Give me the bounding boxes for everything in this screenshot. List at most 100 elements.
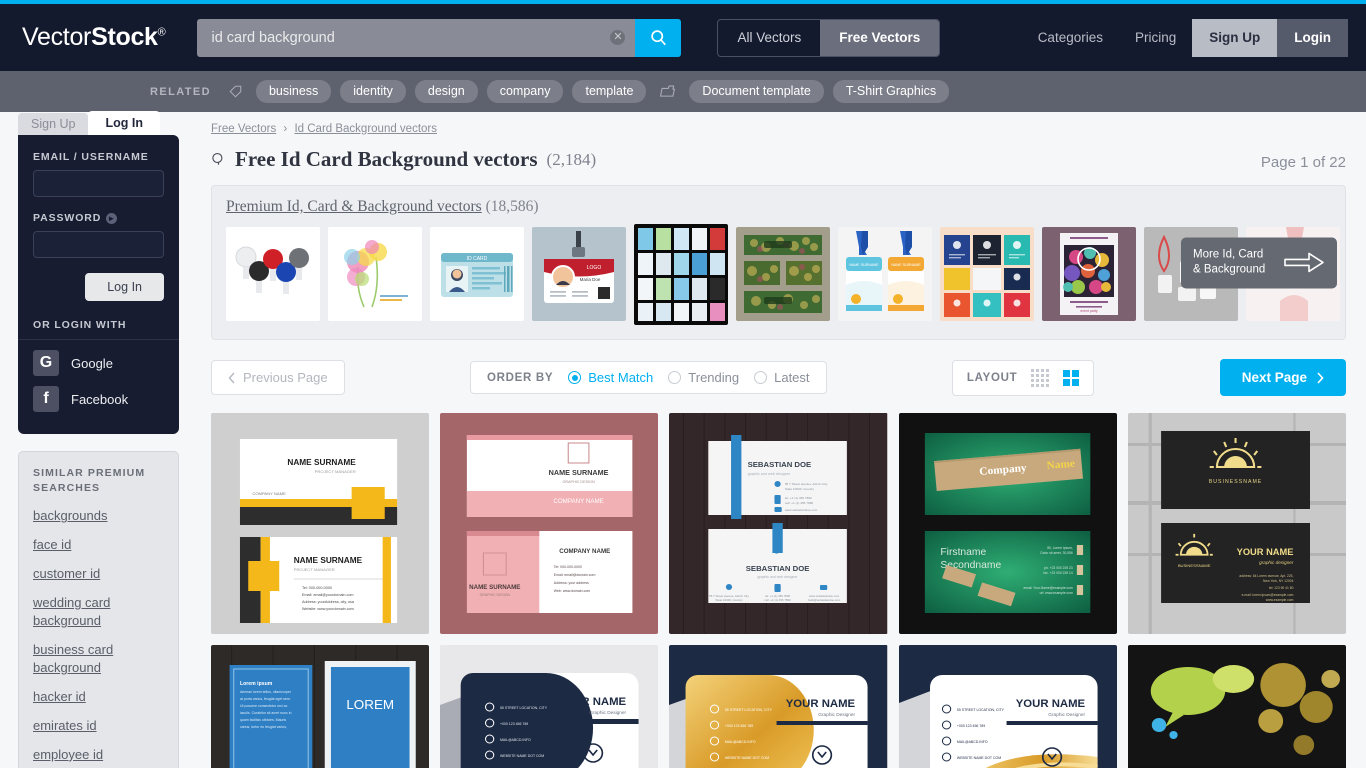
similar-link-wedding-card-background[interactable]: wedding card background — [33, 594, 164, 630]
similar-link-business-card-background[interactable]: business card background — [33, 641, 164, 677]
search-icon — [651, 30, 666, 46]
svg-text:Maria Doe: Maria Doe — [580, 277, 601, 282]
search-icon — [212, 152, 223, 165]
related-tag-template[interactable]: template — [572, 80, 647, 103]
svg-text:varius, tortor eu feugiat vari: varius, tortor eu feugiat varius, — [240, 725, 287, 729]
search-bar: ✕ — [197, 18, 682, 57]
premium-thumb-graffiti-poster[interactable]: event party — [1042, 227, 1136, 321]
site-logo[interactable]: VectorStock® — [22, 23, 166, 52]
svg-text:NAME SURNAME: NAME SURNAME — [294, 556, 363, 565]
radio-best-match[interactable] — [568, 371, 582, 384]
toggle-all-vectors[interactable]: All Vectors — [718, 20, 820, 56]
svg-text:cell: +1 (1) 456 7890: cell: +1 (1) 456 7890 — [785, 501, 814, 505]
premium-thumb-doodle-banners[interactable] — [736, 227, 830, 321]
result-card-pink-business-card-set[interactable]: NAME SURNAME GRAPHIC DESIGN COMPANY NAME… — [440, 413, 659, 634]
nav-pricing[interactable]: Pricing — [1119, 30, 1192, 45]
svg-text:Website: www.yourdomain.com: Website: www.yourdomain.com — [302, 607, 354, 611]
result-card-gold-navy-business-card[interactable]: YOUR NAME Graphic Designer 55 STREET LOC… — [669, 645, 888, 768]
previous-page-button[interactable]: Previous Page — [211, 360, 345, 395]
premium-thumb-banner-roll-up-collection[interactable] — [634, 224, 728, 325]
breadcrumb-root[interactable]: Free Vectors — [211, 123, 276, 135]
tab-sign-up[interactable]: Sign Up — [18, 113, 89, 135]
next-page-button[interactable]: Next Page — [1219, 359, 1346, 396]
svg-text:BUSINESSNAME: BUSINESSNAME — [1209, 479, 1262, 485]
svg-text:COMPANY NAME: COMPANY NAME — [252, 491, 286, 496]
login-button[interactable]: Login — [1277, 18, 1348, 57]
order-by-label: ORDER BY — [486, 371, 554, 384]
related-tag-business[interactable]: business — [255, 80, 332, 103]
order-option-latest[interactable]: Latest — [754, 370, 810, 385]
svg-text:State 10000, Country: State 10000, Country — [785, 487, 815, 491]
related-tag-company[interactable]: company — [486, 80, 564, 103]
email-field[interactable] — [33, 170, 164, 197]
search-button[interactable] — [635, 18, 682, 57]
vector-scope-toggle: All Vectors Free Vectors — [717, 18, 941, 57]
related-collection-tshirt-graphics[interactable]: T-Shirt Graphics — [832, 80, 950, 103]
password-field[interactable] — [33, 231, 164, 258]
tab-log-in[interactable]: Log In — [88, 111, 160, 135]
google-icon: G — [33, 350, 59, 376]
svg-text:GRAPHIC DESIGN: GRAPHIC DESIGN — [480, 593, 511, 597]
svg-text:iaculis. Curabitur sit amet nu: iaculis. Curabitur sit amet nunc in — [240, 711, 292, 715]
sign-up-button[interactable]: Sign Up — [1192, 18, 1278, 57]
more-premium-button[interactable]: More Id, Card & Background — [1181, 236, 1337, 289]
result-card-gold-logo-dark-card[interactable]: BUSINESSNAME BUSINESSNAME YOUR NAME grap — [1127, 413, 1346, 634]
similar-link-emirates-id[interactable]: emirates id — [33, 717, 164, 735]
login-submit-button[interactable]: Log In — [85, 273, 164, 301]
svg-text:Address: yourAddress, city, us: Address: yourAddress, city, usa — [302, 600, 355, 604]
svg-text:NAME SURNAME: NAME SURNAME — [849, 263, 879, 267]
breadcrumb-separator: › — [283, 123, 288, 135]
svg-text:WEBSITE NAME DOT COM: WEBSITE NAME DOT COM — [500, 754, 544, 758]
svg-text:Tel: 000-000-0000: Tel: 000-000-0000 — [554, 565, 582, 569]
order-option-best-match[interactable]: Best Match — [568, 370, 653, 385]
order-option-trending[interactable]: Trending — [668, 370, 739, 385]
premium-link[interactable]: Premium Id, Card & Background vectors — [226, 198, 482, 215]
clear-icon[interactable]: ✕ — [610, 30, 626, 45]
premium-thumb-corporate-card-set[interactable] — [940, 227, 1034, 321]
premium-thumb-watercolor-flowers[interactable] — [328, 227, 422, 321]
premium-thumb-badge-reels[interactable] — [226, 227, 320, 321]
result-card-sebastian-doe-blue-card[interactable]: SEBASTIAN DOE graphic and web designer 5… — [669, 413, 888, 634]
nav-categories[interactable]: Categories — [1022, 30, 1119, 45]
related-tags-bar: RELATED business identity design company… — [0, 71, 1366, 112]
related-tag-design[interactable]: design — [414, 80, 478, 103]
radio-latest[interactable] — [754, 371, 768, 384]
search-input[interactable] — [211, 29, 611, 46]
search-field[interactable]: ✕ — [197, 18, 636, 57]
svg-text:tel: +1 (1) 456 7890: tel: +1 (1) 456 7890 — [785, 496, 812, 500]
order-option-trending-label: Trending — [688, 370, 740, 385]
premium-thumb-blue-orange-id-badges[interactable]: NAME SURNAME NAME SURNAME — [838, 227, 932, 321]
svg-text:YOUR NAME: YOUR NAME — [1015, 698, 1085, 710]
similar-link-hacker-id[interactable]: hacker id — [33, 688, 164, 706]
grid-dense-icon[interactable] — [1031, 368, 1050, 387]
similar-link-employee-id[interactable]: employee id — [33, 746, 164, 764]
login-with-google[interactable]: G Google — [33, 345, 164, 381]
svg-text:YOUR NAME: YOUR NAME — [557, 696, 627, 708]
similar-link-customer-id[interactable]: customer id — [33, 565, 164, 583]
svg-text:LOGO: LOGO — [587, 265, 602, 271]
grid-large-icon[interactable] — [1063, 369, 1080, 386]
svg-text:Graphic Designer: Graphic Designer — [589, 710, 626, 715]
related-tag-identity[interactable]: identity — [340, 80, 406, 103]
result-card-speech-bubble-dark-card[interactable] — [1127, 645, 1346, 768]
related-collection-document-template[interactable]: Document template — [689, 80, 824, 103]
premium-thumb-red-id-badge-lanyard[interactable]: LOGO Maria Doe — [532, 227, 626, 321]
premium-thumb-id-card-flat[interactable]: ID CARD — [430, 227, 524, 321]
result-card-gold-wave-business-card[interactable]: YOUR NAME Graphic Designer 55 STREET LOC… — [898, 645, 1117, 768]
svg-text:NAME SURNAME: NAME SURNAME — [891, 263, 921, 267]
help-icon[interactable]: ► — [106, 212, 118, 224]
result-card-navy-round-business-card[interactable]: YOUR NAME Graphic Designer 55 STREET LOC… — [440, 645, 659, 768]
result-card-green-company-name-card[interactable]: Company Name Firstname Secondname 80, Lo… — [898, 413, 1117, 634]
result-card-lorem-ipsum-blue-poster[interactable]: Lorem ipsum Aenean lorem tellus, ullamco… — [211, 645, 430, 768]
result-card-yellow-black-business-card[interactable]: NAME SURNAME PROJECT MANAGER COMPANY NAM… — [211, 413, 430, 634]
toggle-free-vectors[interactable]: Free Vectors — [820, 19, 940, 56]
similar-premium-searches: SIMILAR PREMIUM SEARCHES backgrounds fac… — [18, 451, 179, 768]
breadcrumb-current[interactable]: Id Card Background vectors — [294, 123, 437, 135]
svg-text:Tel: 000-000-0000: Tel: 000-000-0000 — [302, 586, 332, 590]
similar-link-backgrounds[interactable]: backgrounds — [33, 507, 164, 525]
svg-text:PROJECT MANAGER: PROJECT MANAGER — [315, 469, 356, 474]
login-with-facebook[interactable]: f Facebook — [33, 381, 164, 417]
facebook-icon: f — [33, 386, 59, 412]
radio-trending[interactable] — [668, 371, 682, 384]
similar-link-face-id[interactable]: face id — [33, 536, 164, 554]
